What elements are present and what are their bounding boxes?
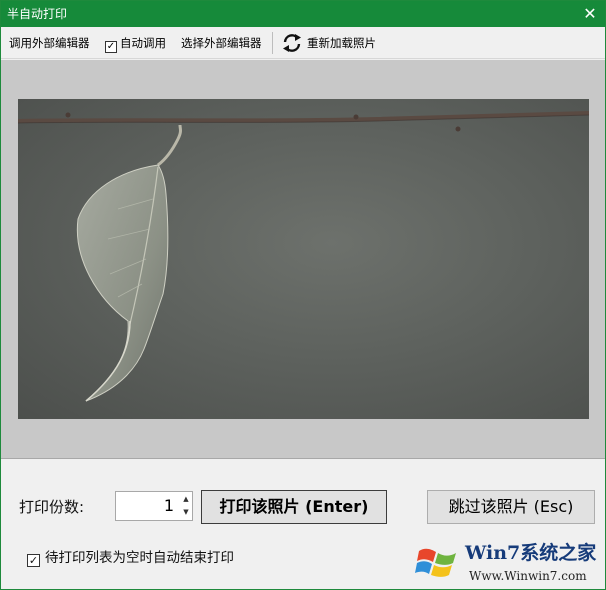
photo-preview <box>18 99 589 419</box>
window-title: 半自动打印 <box>7 7 68 21</box>
auto-call-checkbox[interactable]: ✓ 自动调用 <box>105 36 166 53</box>
toolbar: 调用外部编辑器 ✓ 自动调用 选择外部编辑器 重新加载照片 <box>1 27 605 59</box>
refresh-icon[interactable] <box>281 33 303 53</box>
photo-preview-area <box>1 60 605 459</box>
reload-photo-button[interactable]: 重新加载照片 <box>307 36 376 50</box>
watermark-url: Www.Winwin7.com <box>469 569 587 583</box>
semi-auto-print-window: 半自动打印 ✕ 调用外部编辑器 ✓ 自动调用 选择外部编辑器 重新加载照片 打印… <box>0 0 606 590</box>
close-icon[interactable]: ✕ <box>579 3 601 25</box>
auto-call-label: 自动调用 <box>120 36 166 50</box>
skip-photo-button[interactable]: 跳过该照片 (Esc) <box>427 490 595 524</box>
call-external-editor-button[interactable]: 调用外部编辑器 <box>9 36 90 50</box>
auto-end-label: 待打印列表为空时自动结束打印 <box>45 550 234 566</box>
copies-label: 打印份数: <box>19 498 85 516</box>
auto-end-check-icon[interactable]: ✓ <box>27 554 40 567</box>
print-controls: 打印份数: 1 ▲ ▼ 打印该照片 (Enter) 跳过该照片 (Esc) ✓ 待… <box>1 460 605 589</box>
spin-up-icon[interactable]: ▲ <box>180 493 192 506</box>
copies-input[interactable]: 1 <box>116 492 178 520</box>
print-photo-button[interactable]: 打印该照片 (Enter) <box>201 490 387 524</box>
auto-end-checkbox[interactable]: ✓ 待打印列表为空时自动结束打印 <box>27 549 234 567</box>
watermark: Win7系统之家 Www.Winwin7.com <box>411 533 605 589</box>
windows-logo-icon <box>415 548 456 577</box>
leaf-photo-image <box>18 111 589 402</box>
toolbar-separator <box>272 32 273 54</box>
watermark-name: Win7系统之家 <box>465 542 597 564</box>
copies-stepper[interactable]: 1 ▲ ▼ <box>115 491 193 521</box>
auto-call-check-icon[interactable]: ✓ <box>105 41 117 53</box>
spin-down-icon[interactable]: ▼ <box>180 506 192 519</box>
title-bar: 半自动打印 ✕ <box>1 1 605 27</box>
choose-external-editor-button[interactable]: 选择外部编辑器 <box>181 36 262 50</box>
